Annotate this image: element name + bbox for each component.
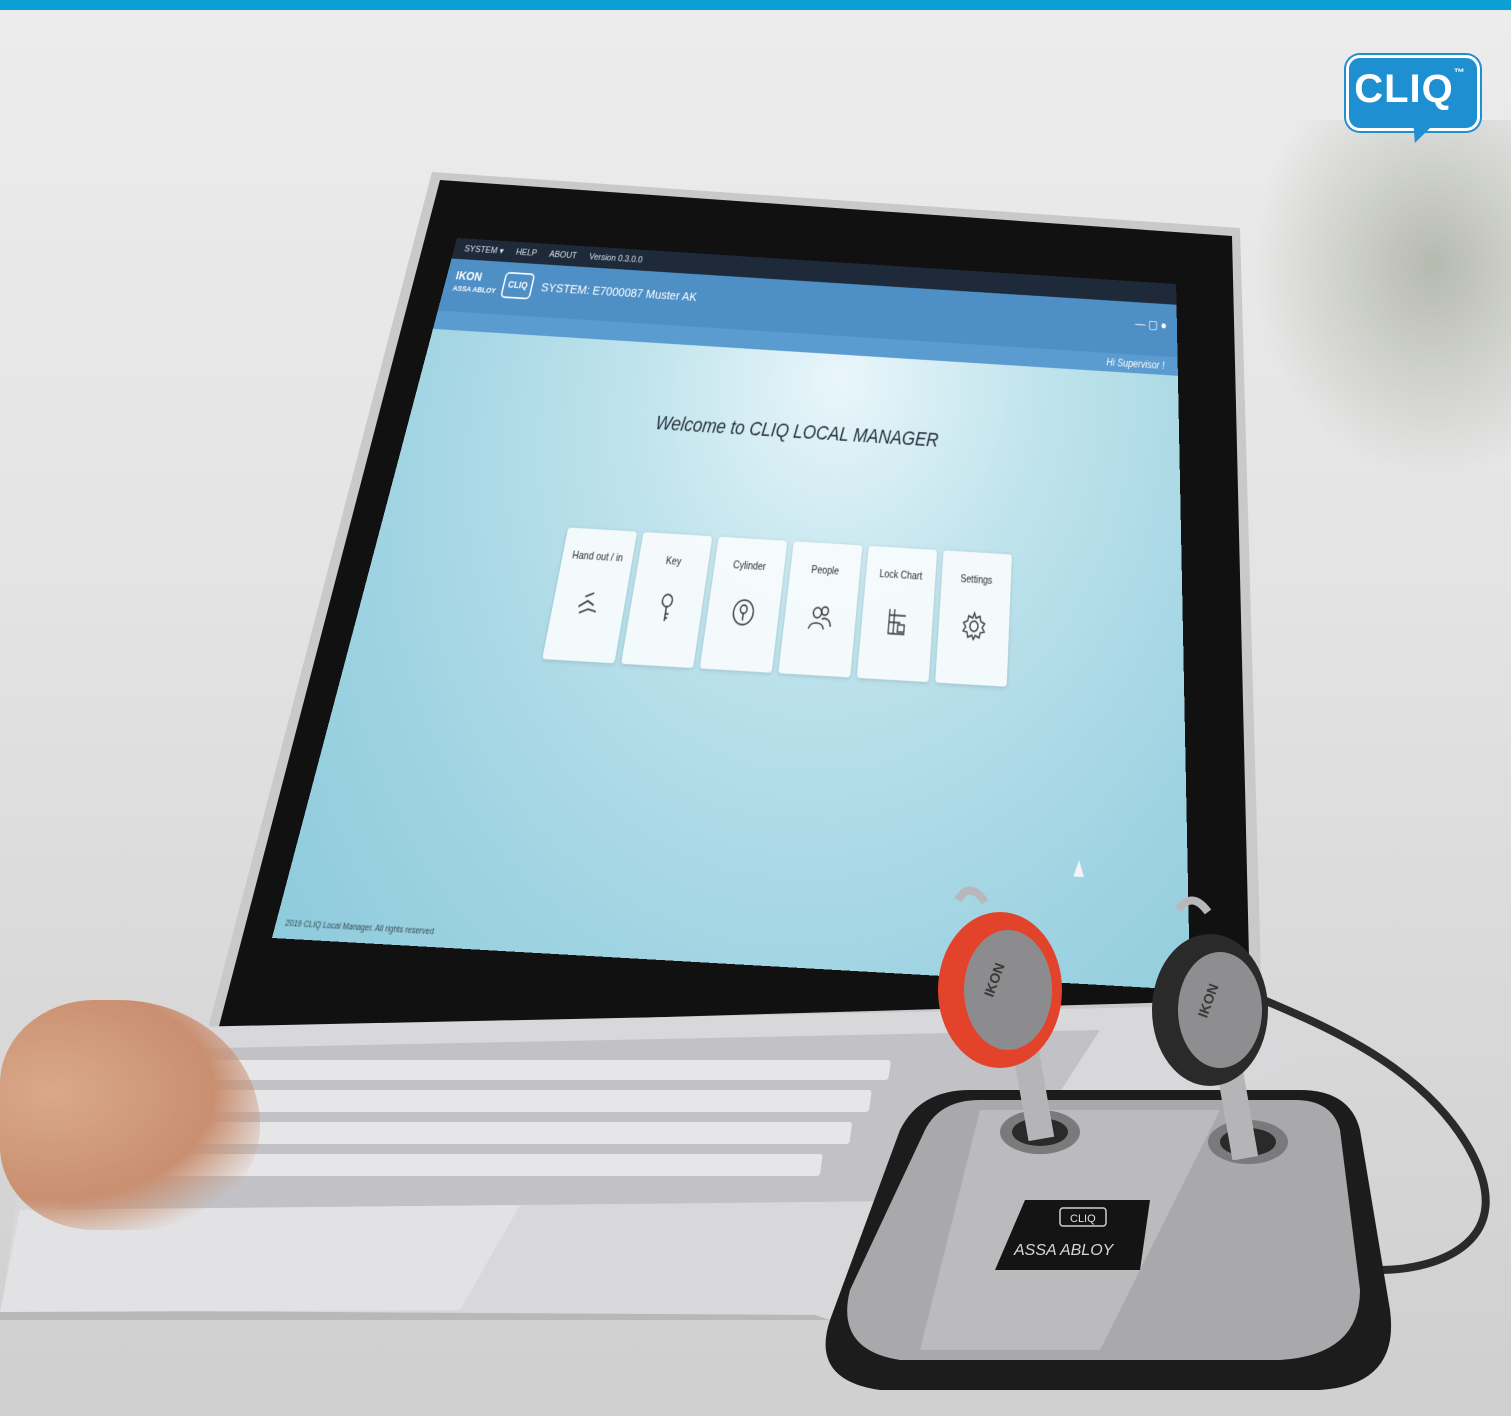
cliq-corner-logo: CLIQ™ [1346,55,1480,147]
lock-chart-icon [883,605,912,639]
app-screen: SYSTEM ▾ HELP ABOUT Version 0.3.0.0 IKON… [271,238,1191,991]
tile-label: People [810,563,840,578]
cliq-app-logo: CLIQ [499,271,536,300]
black-key-ring [1174,896,1212,915]
mouse-cursor [1073,859,1085,878]
tile-label: Key [664,555,683,568]
tile-label: Settings [960,573,993,587]
tile-label: Cylinder [732,559,767,574]
people-icon [805,600,835,634]
station-brand-text: ASSA ABLOY [1013,1242,1115,1259]
black-key: IKON [1152,896,1268,1160]
tile-lock-chart[interactable]: Lock Chart [856,545,938,683]
tile-settings[interactable]: Settings [935,550,1012,687]
welcome-heading: Welcome to CLIQ LOCAL MANAGER [653,411,940,452]
background-plant [1251,120,1511,480]
cylinder-icon [728,595,759,629]
tile-label: Hand out / in [571,549,624,565]
cliq-keys: IKON IKON [938,886,1268,1160]
main-tiles: Hand out / in Key Cylinder People Lock C… [540,527,1015,697]
menu-system[interactable]: SYSTEM ▾ [462,239,506,262]
laptop-deck-front [0,1310,830,1320]
tile-cylinder[interactable]: Cylinder [699,536,788,673]
menu-about[interactable]: ABOUT [547,244,579,266]
logo-text: CLIQ™ [1354,67,1466,111]
red-key-face [964,930,1052,1050]
user-hand [0,1000,260,1230]
app-footer: 2019 CLIQ Local Manager. All rights rese… [283,916,436,937]
station-cliq-text: CLIQ [1070,1213,1096,1225]
tile-people[interactable]: People [778,541,863,678]
system-label: SYSTEM: E7000087 Muster AK [539,280,698,305]
key-icon [650,591,681,625]
hand-out-icon [573,586,605,620]
gear-icon [960,609,988,643]
tile-key[interactable]: Key [621,532,713,669]
red-key: IKON [938,886,1062,1142]
tile-hand-out-in[interactable]: Hand out / in [542,527,638,664]
black-key-face [1178,952,1262,1068]
menu-help[interactable]: HELP [514,242,540,264]
ikon-logo: IKON ASSA ABLOY [451,268,497,295]
red-key-ring [954,886,989,905]
top-accent-bar [0,0,1511,10]
window-controls[interactable]: — ▢ ● [1135,317,1167,333]
tile-label: Lock Chart [878,568,923,583]
